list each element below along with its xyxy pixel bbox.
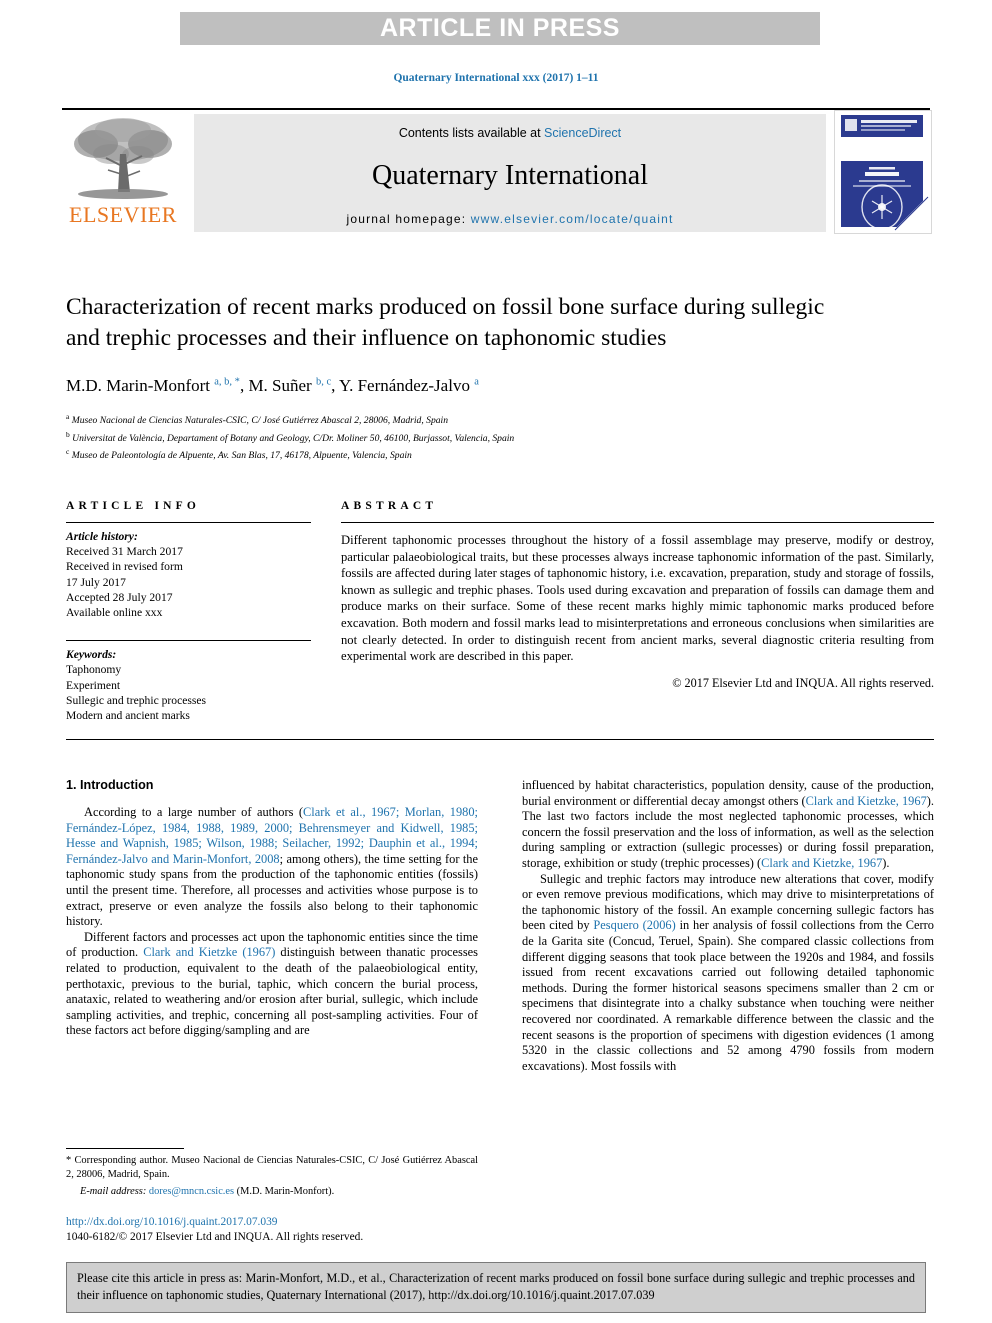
affiliation-line: a Museo Nacional de Ciencias Naturales-C… xyxy=(66,412,449,427)
issn-copyright-line: 1040-6182/© 2017 Elsevier Ltd and INQUA.… xyxy=(66,1231,364,1243)
abstract-text: Different taphonomic processes throughou… xyxy=(341,533,934,664)
right-column-paragraphs: influenced by habitat characteristics, p… xyxy=(522,778,934,1074)
affiliation-line: c Museo de Paleontología de Alpuente, Av… xyxy=(66,447,412,462)
body-column-right: influenced by habitat characteristics, p… xyxy=(522,778,934,1074)
article-title: Characterization of recent marks produce… xyxy=(66,294,825,351)
elsevier-logo: ELSEVIER xyxy=(62,114,184,232)
abstract-heading: ABSTRACT xyxy=(341,500,438,512)
footnote-email-line: E-mail address: dores@mncn.csic.es (M.D.… xyxy=(66,1186,478,1197)
footnote-rule xyxy=(66,1148,184,1149)
info-abstract-bottom-rule xyxy=(66,739,934,741)
article-in-press-label: ARTICLE IN PRESS xyxy=(380,14,620,42)
doi-issn-block: http://dx.doi.org/10.1016/j.quaint.2017.… xyxy=(66,1215,506,1245)
body-paragraph: influenced by habitat characteristics, p… xyxy=(522,778,934,870)
journal-masthead: ELSEVIER Contents lists available at Sci… xyxy=(62,108,932,234)
body-paragraph: Sullegic and trephic factors may introdu… xyxy=(522,871,934,1073)
email-author-suffix: (M.D. Marin-Monfort). xyxy=(236,1186,335,1198)
body-column-left: 1. Introduction According to a large num… xyxy=(66,778,478,1074)
citation-link[interactable]: Pesquero (2006) xyxy=(593,918,675,932)
abstract-column: ABSTRACT Different taphonomic processes … xyxy=(341,500,934,723)
email-address-label: E-mail address: xyxy=(80,1186,147,1198)
please-cite-box: Please cite this article in press as: Ma… xyxy=(66,1262,926,1313)
citation-link[interactable]: Clark and Kietzke (1967) xyxy=(143,945,275,959)
elsevier-wordmark: ELSEVIER xyxy=(69,202,177,227)
doi-link[interactable]: http://dx.doi.org/10.1016/j.quaint.2017.… xyxy=(66,1215,506,1230)
article-info-heading: ARTICLE INFO xyxy=(66,500,201,512)
body-paragraph: According to a large number of authors (… xyxy=(66,805,479,929)
elsevier-tree-icon xyxy=(66,114,180,202)
author-list: M.D. Marin-Monfort a, b, *, M. Suñer b, … xyxy=(66,376,479,395)
contents-lists-line: Contents lists available at ScienceDirec… xyxy=(194,126,826,140)
article-in-press-banner: ARTICLE IN PRESS xyxy=(180,12,820,45)
article-history-block: Article history: Received 31 March 2017 R… xyxy=(66,523,311,620)
body-paragraph: Different factors and processes act upon… xyxy=(66,929,478,1038)
keywords-lines: Taphonomy Experiment Sullegic and trephic … xyxy=(66,663,207,723)
citation-link[interactable]: Clark et al., 1967; Morlan, 1980; Fernán… xyxy=(66,805,478,866)
article-history-lines: Received 31 March 2017 Received in revise… xyxy=(66,545,183,620)
citation-link[interactable]: Clark and Kietzke, 1967 xyxy=(761,856,882,870)
title-block: Characterization of recent marks produce… xyxy=(66,292,826,463)
citation-link[interactable]: Clark and Kietzke, 1967 xyxy=(806,794,927,808)
masthead-center-panel: Contents lists available at ScienceDirec… xyxy=(194,114,826,232)
info-abstract-section: ARTICLE INFO Article history: Received 3… xyxy=(66,500,934,741)
article-info-column: ARTICLE INFO Article history: Received 3… xyxy=(66,500,311,723)
affiliation-list: a Museo Nacional de Ciencias Naturales-C… xyxy=(66,410,826,463)
journal-cover-thumbnail xyxy=(834,110,932,234)
footnote-text: * Corresponding author. Museo Nacional d… xyxy=(66,1155,478,1180)
affiliation-line: b Universitat de València, Departament o… xyxy=(66,429,515,444)
journal-homepage-link[interactable]: www.elsevier.com/locate/quaint xyxy=(471,212,674,226)
journal-title: Quaternary International xyxy=(372,160,648,191)
left-column-paragraphs: According to a large number of authors (… xyxy=(66,805,478,1039)
sciencedirect-link[interactable]: ScienceDirect xyxy=(544,126,621,140)
running-head-citation: Quaternary International xxx (2017) 1–11 xyxy=(393,72,599,84)
article-history-label: Article history: xyxy=(66,530,138,543)
corresponding-author-footnote: * Corresponding author. Museo Nacional d… xyxy=(66,1148,478,1197)
keywords-label: Keywords: xyxy=(66,648,117,662)
corresponding-author-email-link[interactable]: dores@mncn.csic.es xyxy=(149,1186,234,1197)
please-cite-text: Please cite this article in press as: Ma… xyxy=(77,1271,915,1302)
journal-homepage-line: journal homepage: www.elsevier.com/locat… xyxy=(194,212,826,226)
keywords-block: Keywords: Taphonomy Experiment Sullegic an… xyxy=(66,641,311,723)
section-heading-introduction: 1. Introduction xyxy=(66,778,154,792)
body-columns: 1. Introduction According to a large num… xyxy=(66,778,934,1074)
contents-lists-prefix: Contents lists available at xyxy=(398,126,545,140)
journal-homepage-label: journal homepage: xyxy=(346,212,471,226)
abstract-copyright: © 2017 Elsevier Ltd and INQUA. All right… xyxy=(672,675,934,690)
